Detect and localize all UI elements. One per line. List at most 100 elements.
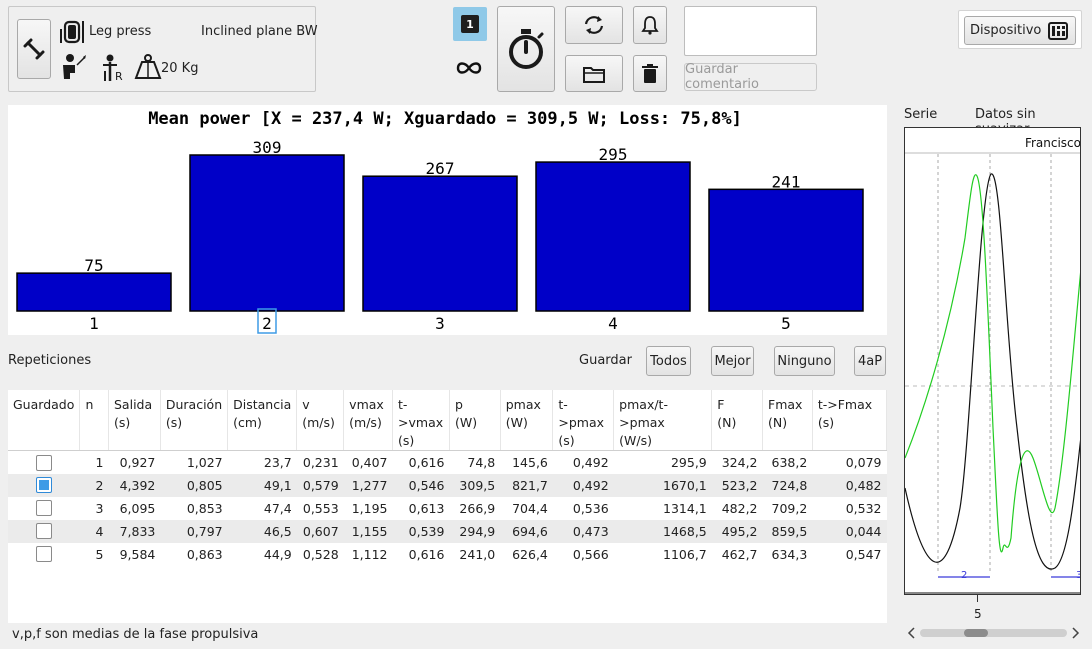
column-header[interactable]: v (m/s) xyxy=(296,390,345,451)
table-cell: 46,5 xyxy=(227,519,297,543)
table-row[interactable]: 3 6,095 0,853 47,4 0,553 1,195 0,613 266,9 704,4… xyxy=(8,497,887,520)
table-cell: 295,9 xyxy=(670,454,707,470)
table-cell: 4 xyxy=(79,519,109,543)
category-label[interactable]: 5 xyxy=(781,314,791,333)
table-cell: 4,392 xyxy=(108,473,161,497)
column-header[interactable]: t->Fmax (s) xyxy=(812,390,888,451)
table-cell: 23,7 xyxy=(263,454,292,470)
save-none-button[interactable]: Ninguno xyxy=(774,346,835,376)
column-header[interactable]: p (W) xyxy=(449,390,501,451)
table-cell: 0,482 xyxy=(812,473,887,497)
recalculate-button[interactable] xyxy=(565,6,623,44)
open-folder-button[interactable] xyxy=(565,55,623,92)
bar-2[interactable] xyxy=(189,154,345,312)
horizontal-scrollbar[interactable] xyxy=(904,624,1082,642)
table-cell: 1 xyxy=(95,454,104,470)
table-cell: 0,797 xyxy=(160,519,228,543)
repetitions-title: Repeticiones xyxy=(8,353,92,368)
repetitions-table: Guardado n Salida (s) Duración (s) Distancia (c… xyxy=(8,390,888,623)
column-header[interactable]: t->pmax (s) xyxy=(552,390,615,451)
device-grid-icon xyxy=(1048,21,1069,40)
signal-graph: Francisco 2 3 xyxy=(904,127,1081,595)
column-unit: (W) xyxy=(454,415,478,430)
table-cell: 0,579 xyxy=(296,473,344,497)
saved-cell xyxy=(8,519,80,543)
device-button[interactable]: Dispositivo xyxy=(964,16,1076,45)
column-title: vmax xyxy=(349,397,384,412)
column-header[interactable]: t->vmax (s) xyxy=(392,390,450,451)
exercise-name: Inclined plane BW xyxy=(201,24,318,39)
table-cell: 462,7 xyxy=(721,546,758,562)
table-cell: 0,079 xyxy=(845,454,882,470)
table-cell: 709,2 xyxy=(771,500,808,516)
column-title: t->Fmax xyxy=(817,397,873,412)
column-header[interactable]: pmax (W) xyxy=(500,390,554,451)
column-header[interactable]: n xyxy=(79,390,109,451)
column-header[interactable]: Distancia (cm) xyxy=(227,390,298,451)
table-cell: 0,616 xyxy=(408,546,445,562)
table-cell: 241,0 xyxy=(459,546,496,562)
comment-input[interactable] xyxy=(684,6,817,56)
column-header[interactable]: pmax/t->pmax (W/s) xyxy=(613,390,713,451)
save-comment-button[interactable]: Guardar comentario xyxy=(684,62,817,92)
save-all-button[interactable]: Todos xyxy=(646,346,691,376)
category-label[interactable]: 3 xyxy=(435,314,445,333)
exercise-select-button[interactable] xyxy=(17,19,51,79)
saved-checkbox[interactable] xyxy=(35,546,52,563)
table-row[interactable]: 4 7,833 0,797 46,5 0,607 1,155 0,539 294,9 694,6… xyxy=(8,519,887,543)
column-title: Distancia xyxy=(233,397,292,412)
machine-icon xyxy=(60,20,84,44)
saved-checkbox[interactable] xyxy=(35,454,52,471)
save-best-button[interactable]: Mejor xyxy=(711,346,754,376)
save-4ap-button[interactable]: 4aP xyxy=(854,346,886,376)
column-header[interactable]: Duración (s) xyxy=(160,390,229,451)
table-cell: 0,528 xyxy=(302,546,339,562)
position-badge[interactable]: 1 xyxy=(453,7,487,41)
bar-4[interactable] xyxy=(535,161,691,312)
column-unit: (m/s) xyxy=(349,415,382,430)
column-header[interactable]: vmax (m/s) xyxy=(343,390,394,451)
category-label[interactable]: 4 xyxy=(608,314,618,333)
table-cell: 0,853 xyxy=(186,500,223,516)
table-cell: 0,044 xyxy=(812,519,887,543)
saved-checkbox[interactable] xyxy=(35,477,52,494)
column-header[interactable]: Fmax (N) xyxy=(762,390,813,451)
column-title: F xyxy=(717,397,725,412)
table-cell: 309,5 xyxy=(449,473,501,497)
table-cell: 74,8 xyxy=(467,454,496,470)
saved-cell xyxy=(8,497,80,520)
table-cell: 3 xyxy=(95,500,104,516)
infinity-icon[interactable] xyxy=(455,60,483,76)
table-cell: 0,566 xyxy=(572,546,609,562)
table-cell: 634,3 xyxy=(771,546,808,562)
capture-button[interactable] xyxy=(497,6,555,92)
category-label[interactable]: 2 xyxy=(262,314,272,333)
alarm-button[interactable] xyxy=(633,6,667,44)
bar-1[interactable] xyxy=(16,272,172,312)
column-header[interactable]: Salida (s) xyxy=(108,390,161,451)
device-panel: Dispositivo xyxy=(958,10,1082,49)
person-lift-icon xyxy=(63,54,86,79)
table-cell: 724,8 xyxy=(762,473,813,497)
table-row[interactable]: 2 4,392 0,805 49,1 0,579 1,277 0,546 309,5 821,7… xyxy=(8,473,887,497)
bar-3[interactable] xyxy=(362,175,518,312)
bell-icon xyxy=(641,16,659,35)
table-row[interactable]: 1 0,927 1,027 23,7 0,231 0,407 0,616 74,8 145,6 0… xyxy=(8,451,887,474)
machine-label: Leg press xyxy=(89,24,152,39)
bar-value-label: 241 xyxy=(772,172,801,191)
table-row[interactable]: 5 9,584 0,863 44,9 0,528 1,112 0,616 241,0 626,4… xyxy=(8,543,887,566)
column-header[interactable]: F (N) xyxy=(711,390,764,451)
saved-checkbox[interactable] xyxy=(35,523,52,540)
column-header[interactable]: Guardado xyxy=(8,390,81,451)
exercise-panel: Leg press Inclined plane BW R 20 Kg xyxy=(8,6,318,92)
table-cell: 0,407 xyxy=(351,454,388,470)
table-cell: 0,927 xyxy=(119,454,156,470)
table-cell: 523,2 xyxy=(711,473,763,497)
saved-cell xyxy=(8,543,80,566)
saved-checkbox[interactable] xyxy=(35,500,52,517)
refresh-icon xyxy=(584,16,604,34)
table-cell: 9,584 xyxy=(119,546,156,562)
delete-button[interactable] xyxy=(633,55,667,92)
bar-5[interactable] xyxy=(708,188,864,312)
category-label[interactable]: 1 xyxy=(89,314,99,333)
